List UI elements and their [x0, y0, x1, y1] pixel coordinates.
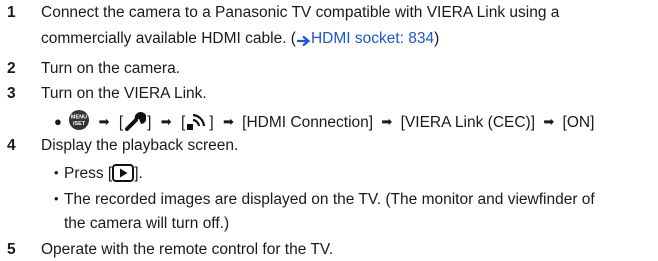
- bullet-icon: •: [54, 165, 59, 180]
- menu-item-hdmi-connection: [HDMI Connection]: [242, 114, 374, 131]
- step-text-continued: commercially available HDMI cable. ( HDMI…: [41, 28, 439, 50]
- bullet-icon: •: [54, 191, 59, 206]
- path-arrow-icon: ➡: [222, 114, 234, 129]
- step-text: Turn on the VIERA Link.: [41, 85, 207, 102]
- path-arrow-icon: ➡: [381, 114, 393, 129]
- path-arrow-icon: ➡: [160, 114, 172, 129]
- press-prefix: Press [: [64, 165, 113, 182]
- step-number: 2: [7, 60, 16, 77]
- note-line: The recorded images are displayed on the…: [64, 191, 595, 208]
- bullet-icon: ●: [54, 114, 62, 129]
- playback-button-icon: [112, 164, 135, 182]
- step-text-prefix: commercially available HDMI cable. (: [41, 30, 296, 47]
- step-number: 1: [7, 4, 16, 21]
- tv-display-note: • The recorded images are displayed on th…: [54, 188, 595, 211]
- signal-output-icon: [187, 113, 206, 130]
- step-text-suffix: ): [434, 30, 440, 47]
- path-arrow-icon: ➡: [543, 114, 555, 129]
- wrench-setup-icon: [125, 112, 147, 131]
- svg-text:MENU: MENU: [71, 115, 87, 121]
- svg-text:/SET: /SET: [73, 121, 86, 127]
- menu-path: ● MENU/SET ➡ [] ➡ [] ➡ [HDMI Connection]…: [54, 109, 594, 134]
- note-line: the camera will turn off.): [64, 215, 230, 232]
- cross-reference-link[interactable]: HDMI socket: 834: [296, 30, 434, 47]
- reference-arrow-icon: [296, 35, 311, 47]
- menu-item-viera-link: [VIERA Link (CEC)]: [400, 114, 536, 131]
- step-text: Connect the camera to a Panasonic TV com…: [41, 4, 560, 21]
- tv-display-note-continued: the camera will turn off.): [64, 213, 229, 235]
- link-label: HDMI socket: 834: [310, 30, 435, 47]
- step-text: Display the playback screen.: [41, 137, 239, 154]
- instruction-page: 1 Connect the camera to a Panasonic TV c…: [0, 0, 658, 261]
- step-number: 3: [7, 85, 16, 102]
- path-arrow-icon: ➡: [98, 114, 110, 129]
- step-text: Turn on the camera.: [41, 60, 180, 77]
- press-playback-bullet: • Press [].: [54, 162, 143, 185]
- step-text: Operate with the remote control for the …: [41, 241, 334, 258]
- step-number: 4: [7, 137, 16, 154]
- press-suffix: ].: [134, 165, 143, 182]
- step-number: 5: [7, 241, 16, 258]
- menu-set-button-icon: MENU/SET: [69, 110, 90, 130]
- menu-item-on: [ON]: [562, 114, 595, 131]
